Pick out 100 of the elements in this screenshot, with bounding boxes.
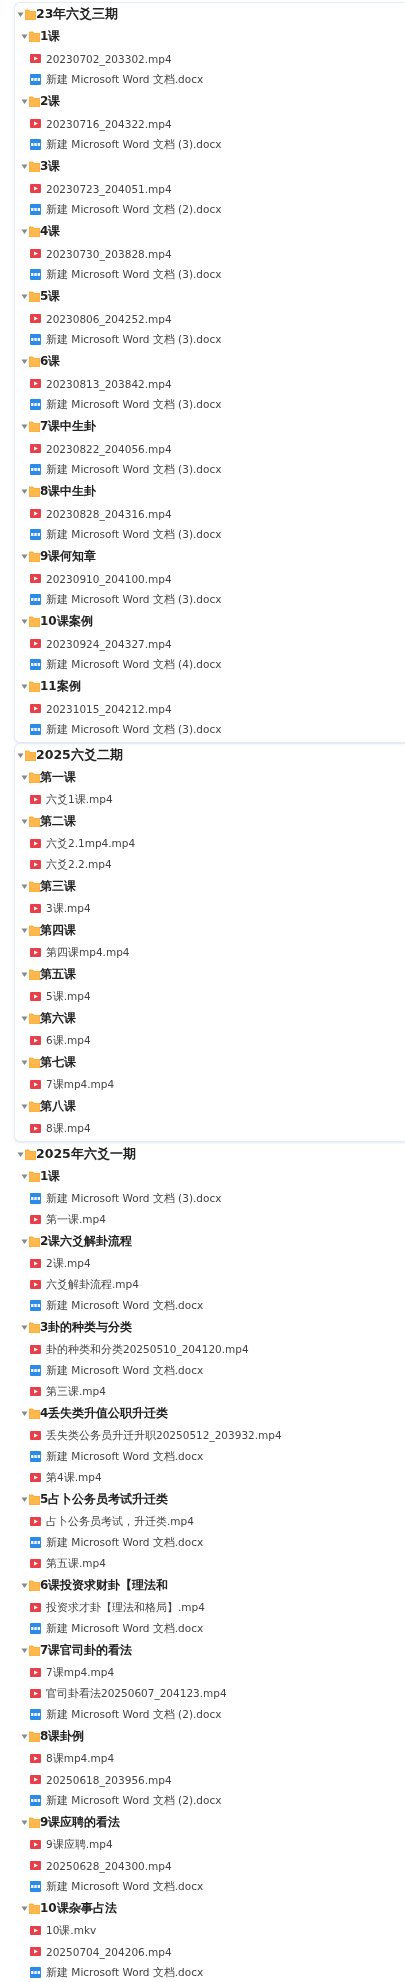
folder-name[interactable]: 2025年六爻一期 [36, 1145, 136, 1163]
folder-name[interactable]: 1课 [40, 1168, 61, 1185]
file-name[interactable]: 20250618_203956.mp4 [46, 1773, 172, 1786]
file-name[interactable]: 20250628_204300.mp4 [46, 1859, 172, 1872]
file-name[interactable]: 卦的种类和分类20250510_204120.mp4 [46, 1342, 249, 1357]
file-name[interactable]: 丢失类公务员升迁升职20250512_203932.mp4 [46, 1428, 282, 1443]
file-name[interactable]: 六爻解卦流程.mp4 [46, 1277, 139, 1292]
file-name[interactable]: 20230910_204100.mp4 [46, 572, 172, 585]
expand-arrow-icon[interactable] [21, 1905, 28, 1912]
file-name[interactable]: 新建 Microsoft Word 文档 (3).docx [46, 267, 222, 282]
file-name[interactable]: 5课.mp4 [46, 989, 91, 1004]
file-name[interactable]: 新建 Microsoft Word 文档 (3).docx [46, 137, 222, 152]
expand-arrow-icon[interactable] [21, 98, 28, 105]
file-name[interactable]: 第三课.mp4 [46, 1384, 106, 1399]
file-name[interactable]: 新建 Microsoft Word 文档.docx [46, 1535, 204, 1550]
folder-name[interactable]: 3课 [40, 158, 61, 175]
file-name[interactable]: 20230730_203828.mp4 [46, 247, 172, 260]
file-name[interactable]: 官司卦看法20250607_204123.mp4 [46, 1686, 227, 1701]
folder-name[interactable]: 3卦的种类与分类 [40, 1319, 133, 1336]
file-name[interactable]: 第四课mp4.mp4 [46, 945, 130, 960]
folder-name[interactable]: 第三课 [40, 878, 76, 895]
file-name[interactable]: 第五课.mp4 [46, 1556, 106, 1571]
folder-name[interactable]: 第五课 [40, 966, 76, 983]
file-name[interactable]: 新建 Microsoft Word 文档.docx [46, 1363, 204, 1378]
file-name[interactable]: 六爻1课.mp4 [46, 792, 113, 807]
folder-name[interactable]: 7课中生卦 [40, 418, 97, 435]
file-name[interactable]: 9课应聘.mp4 [46, 1837, 113, 1852]
expand-arrow-icon[interactable] [21, 618, 28, 625]
file-name[interactable]: 新建 Microsoft Word 文档 (3).docx [46, 462, 222, 477]
file-name[interactable]: 新建 Microsoft Word 文档 (3).docx [46, 592, 222, 607]
expand-arrow-icon[interactable] [21, 1238, 28, 1245]
expand-arrow-icon[interactable] [17, 1150, 24, 1158]
file-name[interactable]: 8课.mp4 [46, 1121, 91, 1136]
file-name[interactable]: 新建 Microsoft Word 文档 (3).docx [46, 527, 222, 542]
folder-name[interactable]: 第七课 [40, 1054, 76, 1071]
file-name[interactable]: 新建 Microsoft Word 文档.docx [46, 1621, 204, 1636]
file-name[interactable]: 20230822_204056.mp4 [46, 442, 172, 455]
file-name[interactable]: 六爻2.1mp4.mp4 [46, 836, 136, 851]
folder-name[interactable]: 10课杂事占法 [40, 1900, 117, 1917]
file-name[interactable]: 投资求才卦【理法和格局】.mp4 [46, 1600, 205, 1615]
file-name[interactable]: 6课.mp4 [46, 1033, 91, 1048]
file-name[interactable]: 20230828_204316.mp4 [46, 507, 172, 520]
folder-name[interactable]: 5课 [40, 288, 61, 305]
file-name[interactable]: 占卜公务员考试，升迁类.mp4 [46, 1514, 194, 1529]
file-name[interactable]: 新建 Microsoft Word 文档 (3).docx [46, 397, 222, 412]
expand-arrow-icon[interactable] [21, 1324, 28, 1331]
file-name[interactable]: 新建 Microsoft Word 文档.docx [46, 1965, 204, 1980]
expand-arrow-icon[interactable] [21, 1015, 28, 1022]
expand-arrow-icon[interactable] [21, 683, 28, 690]
folder-name[interactable]: 23年六爻三期 [36, 5, 119, 23]
file-name[interactable]: 第4课.mp4 [46, 1470, 102, 1485]
folder-name[interactable]: 第二课 [40, 813, 76, 830]
expand-arrow-icon[interactable] [21, 293, 28, 300]
file-name[interactable]: 8课mp4.mp4 [46, 1751, 115, 1766]
expand-arrow-icon[interactable] [21, 1410, 28, 1417]
expand-arrow-icon[interactable] [21, 228, 28, 235]
file-name[interactable]: 7课mp4.mp4 [46, 1665, 115, 1680]
file-name[interactable]: 新建 Microsoft Word 文档.docx [46, 72, 204, 87]
folder-name[interactable]: 第一课 [40, 769, 76, 786]
file-name[interactable]: 新建 Microsoft Word 文档 (3).docx [46, 1191, 222, 1206]
folder-name[interactable]: 6课 [40, 353, 61, 370]
expand-arrow-icon[interactable] [21, 1103, 28, 1110]
file-name[interactable]: 六爻2.2.mp4 [46, 857, 112, 872]
expand-arrow-icon[interactable] [21, 971, 28, 978]
expand-arrow-icon[interactable] [21, 423, 28, 430]
expand-arrow-icon[interactable] [21, 1173, 28, 1180]
folder-name[interactable]: 2课 [40, 93, 61, 110]
folder-name[interactable]: 2025六爻二期 [36, 746, 123, 764]
file-name[interactable]: 新建 Microsoft Word 文档 (2).docx [46, 1707, 222, 1722]
expand-arrow-icon[interactable] [21, 883, 28, 890]
file-name[interactable]: 10课.mkv [46, 1923, 97, 1938]
file-name[interactable]: 20230924_204327.mp4 [46, 637, 172, 650]
file-name[interactable]: 新建 Microsoft Word 文档 (3).docx [46, 722, 222, 737]
folder-name[interactable]: 10课案例 [40, 613, 93, 630]
expand-arrow-icon[interactable] [21, 927, 28, 934]
file-name[interactable]: 新建 Microsoft Word 文档.docx [46, 1449, 204, 1464]
folder-name[interactable]: 2课六爻解卦流程 [40, 1233, 133, 1250]
file-name[interactable]: 20231015_204212.mp4 [46, 702, 172, 715]
file-name[interactable]: 第一课.mp4 [46, 1212, 106, 1227]
folder-name[interactable]: 9课应聘的看法 [40, 1814, 121, 1831]
folder-name[interactable]: 4课 [40, 223, 61, 240]
expand-arrow-icon[interactable] [21, 163, 28, 170]
file-name[interactable]: 20230716_204322.mp4 [46, 117, 172, 130]
folder-name[interactable]: 第四课 [40, 922, 76, 939]
folder-name[interactable]: 4丢失类升值公职升迁类 [40, 1405, 169, 1422]
expand-arrow-icon[interactable] [21, 553, 28, 560]
folder-name[interactable]: 7课官司卦的看法 [40, 1642, 133, 1659]
file-name[interactable]: 新建 Microsoft Word 文档 (3).docx [46, 332, 222, 347]
folder-name[interactable]: 第六课 [40, 1010, 76, 1027]
file-name[interactable]: 20230702_203302.mp4 [46, 52, 172, 65]
folder-name[interactable]: 8课中生卦 [40, 483, 97, 500]
expand-arrow-icon[interactable] [21, 1647, 28, 1654]
expand-arrow-icon[interactable] [21, 1496, 28, 1503]
expand-arrow-icon[interactable] [21, 1819, 28, 1826]
expand-arrow-icon[interactable] [21, 358, 28, 365]
folder-name[interactable]: 9课何知章 [40, 548, 97, 565]
folder-name[interactable]: 6课投资求财卦【理法和 [40, 1577, 169, 1594]
expand-arrow-icon[interactable] [21, 1733, 28, 1740]
expand-arrow-icon[interactable] [21, 33, 28, 40]
file-name[interactable]: 3课.mp4 [46, 901, 91, 916]
